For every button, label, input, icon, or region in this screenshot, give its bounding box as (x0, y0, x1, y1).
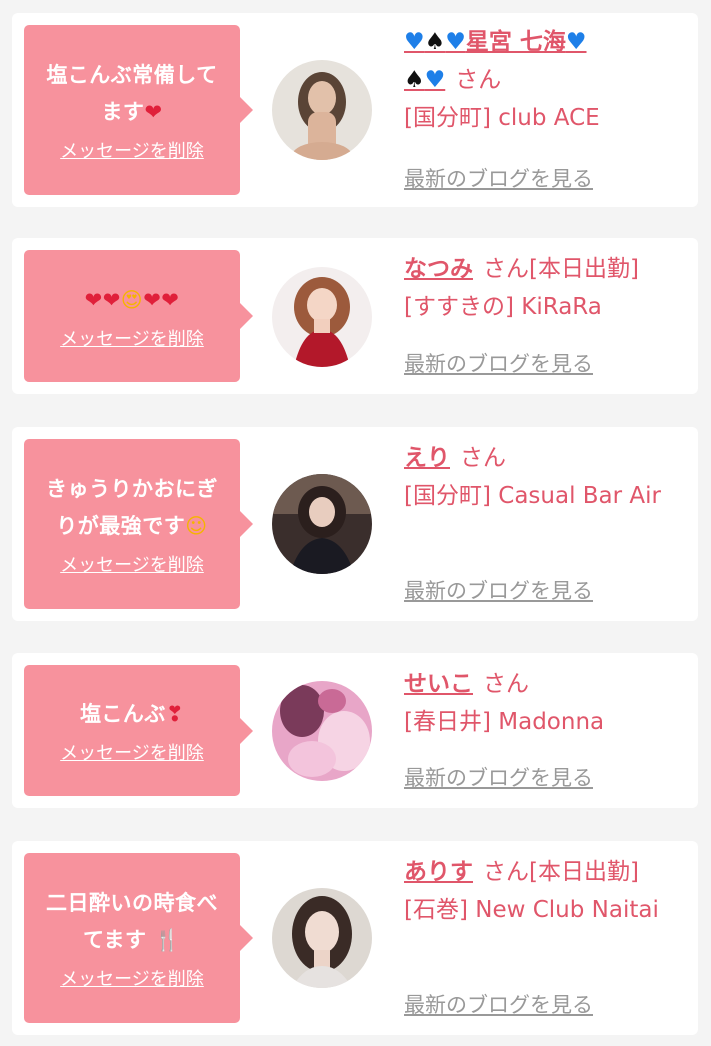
message-bubble: ❤❤😍❤❤ メッセージを削除 (24, 250, 253, 382)
message-text-part: 二日酔いの時食べ てます (46, 891, 218, 952)
red-heart-icon: ❤❤ (143, 287, 180, 312)
latest-blog-link[interactable]: 最新のブログを見る (404, 163, 593, 193)
delete-message-link[interactable]: メッセージを削除 (60, 743, 204, 765)
message-text: きゅうりかおにぎ りが最強です☺ (46, 471, 218, 545)
latest-blog-link[interactable]: 最新のブログを見る (404, 348, 593, 378)
cast-info: ♥♠♥星宮 七海♥ ♠♥ さん [国分町] club ACE (404, 23, 694, 137)
message-bubble: 塩こんぶ❣ メッセージを削除 (24, 665, 253, 796)
avatar[interactable] (272, 888, 372, 988)
honorific: さん (483, 256, 529, 282)
red-heart-icon: ❤❤ (84, 287, 121, 312)
shop-name: [すすきの] KiRaRa (404, 294, 602, 320)
message-list: 塩こんぶ常備して ます❤ メッセージを削除 ♥♠♥星宮 七海♥ ♠♥ さん [国分町]… (0, 0, 711, 1046)
working-today-badge: [本日出勤] (529, 859, 639, 885)
message-bubble: きゅうりかおにぎ りが最強です☺ メッセージを削除 (24, 439, 253, 609)
spade-icon: ♠ (424, 29, 446, 55)
list-item: ❤❤😍❤❤ メッセージを削除 なつみ さん[本日出勤] [すすきの] KiRaRa… (12, 238, 698, 394)
fork-and-knife-icon: 🍴 (154, 928, 181, 952)
latest-blog-link[interactable]: 最新のブログを見る (404, 575, 593, 605)
cast-info: せいこ さん [春日井] Madonna (404, 665, 694, 741)
cast-name-link[interactable]: えり (404, 445, 450, 471)
cast-info: ありす さん[本日出勤] [石巻] New Club Naitai (404, 853, 694, 929)
honorific: さん (460, 445, 506, 471)
spade-icon: ♠ (404, 67, 425, 93)
shop-name: [石巻] New Club Naitai (404, 897, 659, 923)
cast-name: 星宮 七海 (465, 29, 566, 55)
cast-info: なつみ さん[本日出勤] [すすきの] KiRaRa (404, 250, 694, 326)
red-heart-icon: ❤ (144, 100, 163, 124)
list-item: 塩こんぶ常備して ます❤ メッセージを削除 ♥♠♥星宮 七海♥ ♠♥ さん [国分町]… (12, 13, 698, 207)
shop-name: [春日井] Madonna (404, 709, 605, 735)
blue-heart-icon: ♥ (424, 67, 446, 93)
blue-heart-icon: ♥ (565, 29, 587, 55)
message-text: 二日酔いの時食べ てます 🍴 (46, 885, 218, 959)
honorific: さん (483, 671, 529, 697)
delete-message-link[interactable]: メッセージを削除 (60, 555, 204, 577)
list-item: 二日酔いの時食べ てます 🍴 メッセージを削除 ありす さん[本日出勤] [石巻] … (12, 841, 698, 1035)
working-today-badge: [本日出勤] (529, 256, 639, 282)
message-bubble: 二日酔いの時食べ てます 🍴 メッセージを削除 (24, 853, 253, 1023)
cast-name-link[interactable]: ありす (404, 859, 473, 885)
list-item: 塩こんぶ❣ メッセージを削除 せいこ さん [春日井] Madonna 最新のブロ… (12, 653, 698, 808)
cast-name-link[interactable]: なつみ (404, 256, 473, 282)
heart-exclamation-icon: ❣ (165, 702, 185, 726)
cast-info: えり さん [国分町] Casual Bar Air (404, 439, 694, 515)
message-text: 塩こんぶ❣ (80, 696, 184, 733)
message-text: 塩こんぶ常備して ます❤ (46, 57, 217, 131)
cast-name-link[interactable]: せいこ (404, 671, 473, 697)
message-text: ❤❤😍❤❤ (85, 282, 180, 319)
honorific: さん (483, 859, 529, 885)
blue-heart-icon: ♥ (404, 29, 425, 55)
avatar[interactable] (272, 474, 372, 574)
avatar[interactable] (272, 681, 372, 781)
message-text-part: 塩こんぶ常備して ます (46, 63, 218, 124)
avatar[interactable] (272, 267, 372, 367)
honorific: さん (455, 67, 502, 93)
heart-eyes-icon: 😍 (120, 287, 144, 312)
message-text-part: 塩こんぶ (79, 702, 166, 726)
shop-name: [国分町] Casual Bar Air (404, 483, 661, 509)
delete-message-link[interactable]: メッセージを削除 (60, 329, 204, 351)
delete-message-link[interactable]: メッセージを削除 (60, 141, 204, 163)
avatar[interactable] (272, 60, 372, 160)
latest-blog-link[interactable]: 最新のブログを見る (404, 989, 593, 1019)
list-item: きゅうりかおにぎ りが最強です☺ メッセージを削除 えり さん [国分町] Casu… (12, 427, 698, 621)
message-bubble: 塩こんぶ常備して ます❤ メッセージを削除 (24, 25, 253, 195)
delete-message-link[interactable]: メッセージを削除 (60, 969, 204, 991)
shop-name: [国分町] club ACE (404, 105, 600, 131)
smiling-face-with-hearts-icon: ☺ (185, 514, 208, 538)
latest-blog-link[interactable]: 最新のブログを見る (404, 762, 593, 792)
blue-heart-icon: ♥ (445, 29, 466, 55)
